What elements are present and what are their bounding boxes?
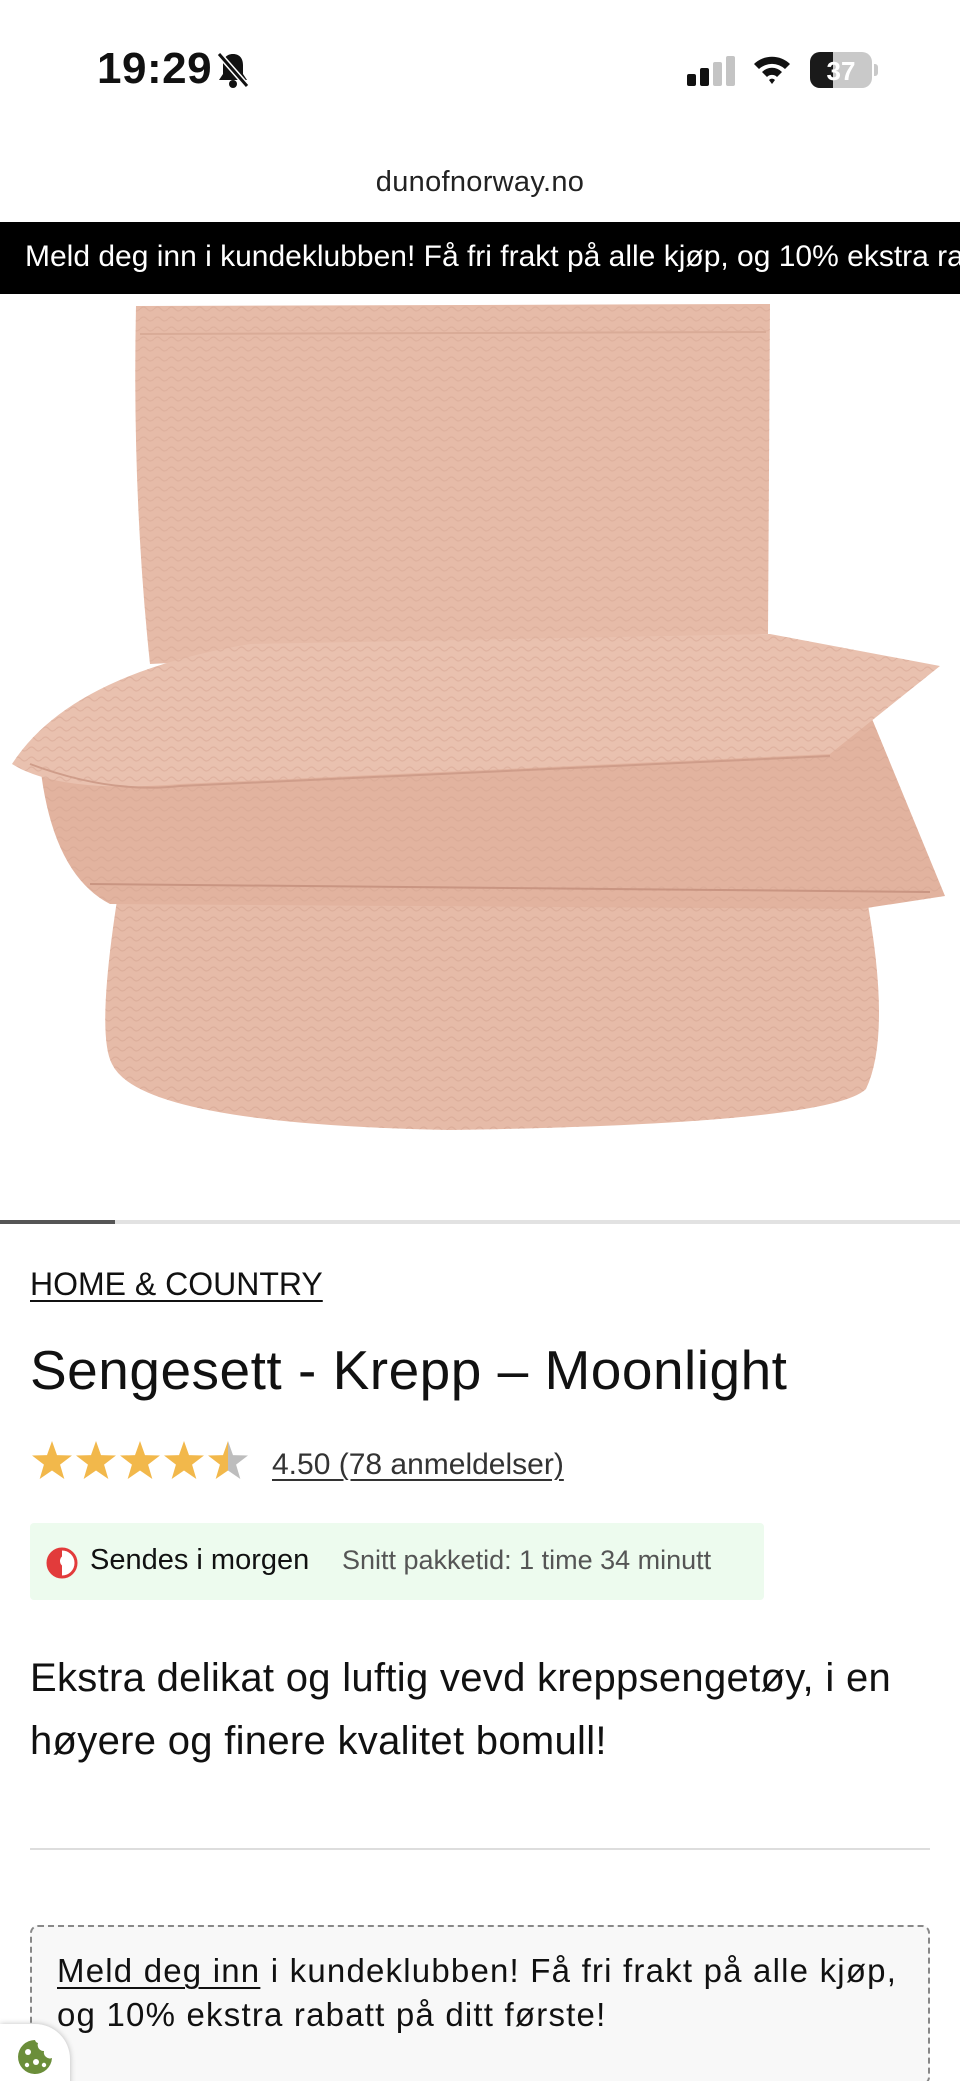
shipping-status-icon: [46, 1547, 78, 1579]
club-signup-box: Meld deg inn i kundeklubben! Få fri frak…: [30, 1925, 930, 2081]
rating-star: [32, 1441, 72, 1479]
rating-star: [120, 1441, 160, 1479]
rating-star: [164, 1441, 204, 1479]
club-text: Meld deg inn i kundeklubben! Få fri frak…: [57, 1949, 907, 2037]
shipping-info: Sendes i morgen Snitt pakketid: 1 time 3…: [30, 1523, 764, 1600]
product-description: Ekstra delikat og luftig vevd kreppsenge…: [30, 1656, 892, 1763]
battery-percent: 37: [826, 56, 856, 86]
product-photo-bedding: [12, 304, 945, 1130]
rating-stars: [32, 1441, 248, 1479]
gallery-progress-bar: [0, 1220, 116, 1224]
status-bar: 19:29 37: [0, 0, 960, 140]
signal-icon: [687, 56, 735, 86]
product-image[interactable]: [0, 294, 960, 1218]
banner-text: Meld deg inn i kundeklubben! Få fri frak…: [25, 240, 960, 273]
club-signup-link[interactable]: Meld deg inn: [57, 1952, 260, 1989]
wifi-icon: [754, 56, 790, 84]
announcement-banner[interactable]: Meld deg inn i kundeklubben! Få fri frak…: [0, 222, 960, 294]
shipping-label: Sendes i morgen: [90, 1544, 310, 1576]
clock: 19:29: [97, 44, 213, 93]
battery-icon: 37: [810, 52, 878, 88]
pack-time: Snitt pakketid: 1 time 34 minutt: [342, 1545, 712, 1575]
cookie-icon: [18, 2040, 52, 2074]
bell-slash-icon: [216, 52, 250, 88]
divider: [30, 1848, 930, 1850]
reviews-link[interactable]: 4.50 (78 anmeldelser): [272, 1448, 564, 1482]
browser-url[interactable]: dunofnorway.no: [0, 166, 960, 199]
brand-link[interactable]: HOME & COUNTRY: [30, 1266, 323, 1303]
gallery-progress-track: [0, 1220, 960, 1224]
rating-star: [76, 1441, 116, 1479]
rating-star: [208, 1441, 248, 1479]
product-title: Sengesett - Krepp – Moonlight: [30, 1339, 788, 1401]
